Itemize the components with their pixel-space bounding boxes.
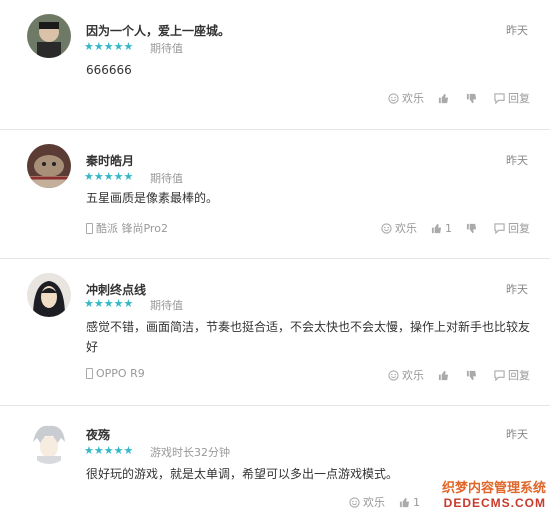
review-time: 昨天 — [506, 154, 528, 167]
fun-button[interactable]: 欢乐 — [349, 494, 385, 510]
review-time: 昨天 — [506, 24, 528, 37]
thumb-up-icon — [431, 223, 442, 233]
like-button[interactable]: 1 — [431, 222, 452, 235]
thumb-down-icon — [466, 93, 477, 103]
reply-button[interactable]: 回复 — [494, 367, 530, 383]
review-text: 五星画质是像素最棒的。 — [86, 191, 219, 205]
rating-stars: ★★★★★ — [84, 444, 134, 457]
rating-tag: 期待值 — [150, 42, 183, 55]
device-info: 酷派 锋尚Pro2 — [86, 220, 168, 236]
rating-tag: 期待值 — [150, 172, 183, 185]
rating-stars: ★★★★★ — [84, 40, 134, 53]
review-time: 昨天 — [506, 428, 528, 441]
dislike-button[interactable] — [466, 370, 480, 381]
thumb-up-icon — [438, 370, 449, 380]
review-actions: 欢乐 1 — [335, 494, 420, 510]
reply-button[interactable]: 回复 — [494, 90, 530, 106]
smile-icon — [349, 496, 360, 508]
phone-icon — [86, 223, 93, 234]
thumb-up-icon — [438, 93, 449, 103]
username[interactable]: 因为一个人，爱上一座城。 — [86, 22, 230, 39]
review-card: 因为一个人，爱上一座城。 昨天 ★★★★★ 期待值 666666 欢乐 回复 — [0, 0, 550, 130]
review-actions: 欢乐 1 回复 — [367, 220, 530, 236]
like-button[interactable]: 1 — [399, 496, 420, 509]
review-actions: 欢乐 回复 — [374, 367, 530, 383]
device-info: OPPO R9 — [86, 367, 145, 380]
reply-icon — [494, 369, 505, 381]
user-avatar[interactable] — [27, 273, 71, 317]
review-text: 666666 — [86, 63, 132, 77]
reply-label: 回复 — [508, 222, 530, 235]
fun-label: 欢乐 — [402, 369, 424, 382]
thumb-down-icon — [466, 370, 477, 380]
fun-button[interactable]: 欢乐 — [388, 367, 424, 383]
review-card: 冲刺终点线 昨天 ★★★★★ 期待值 感觉不错，画面简洁，节奏也挺合适，不会太快… — [0, 259, 550, 406]
fun-label: 欢乐 — [402, 92, 424, 105]
reply-button[interactable]: 回复 — [494, 220, 530, 236]
reply-icon — [494, 222, 505, 234]
rating-stars: ★★★★★ — [84, 170, 134, 183]
device-label: 酷派 锋尚Pro2 — [96, 222, 168, 235]
device-label: OPPO R9 — [96, 367, 145, 380]
smile-icon — [388, 369, 399, 381]
username[interactable]: 秦时皓月 — [86, 152, 134, 169]
watermark: 织梦内容管理系统 DEDECMS.COM — [442, 477, 546, 510]
reply-icon — [494, 92, 505, 104]
username[interactable]: 夜殇 — [86, 426, 110, 443]
like-button[interactable] — [438, 93, 452, 104]
user-avatar[interactable] — [27, 420, 71, 464]
fun-button[interactable]: 欢乐 — [381, 220, 417, 236]
like-count: 1 — [413, 495, 420, 509]
phone-icon — [86, 368, 93, 379]
smile-icon — [388, 92, 399, 104]
smile-icon — [381, 222, 392, 234]
watermark-line1: 织梦内容管理系统 — [441, 481, 546, 496]
username[interactable]: 冲刺终点线 — [86, 281, 146, 298]
dislike-button[interactable] — [466, 93, 480, 104]
review-text: 感觉不错，画面简洁，节奏也挺合适，不会太快也不会太慢，操作上对新手也比较友好 — [86, 320, 531, 354]
rating-stars: ★★★★★ — [84, 297, 134, 310]
rating-tag: 游戏时长32分钟 — [150, 446, 230, 459]
review-actions: 欢乐 回复 — [374, 90, 530, 106]
fun-label: 欢乐 — [395, 222, 417, 235]
watermark-line2: DEDECMS.COM — [443, 496, 546, 510]
fun-button[interactable]: 欢乐 — [388, 90, 424, 106]
rating-tag: 期待值 — [150, 299, 183, 312]
review-card: 秦时皓月 昨天 ★★★★★ 期待值 五星画质是像素最棒的。 酷派 锋尚Pro2 … — [0, 130, 550, 259]
reply-label: 回复 — [508, 369, 530, 382]
fun-label: 欢乐 — [363, 496, 385, 509]
thumb-up-icon — [399, 497, 410, 507]
review-time: 昨天 — [506, 283, 528, 296]
user-avatar[interactable] — [27, 144, 71, 188]
like-button[interactable] — [438, 370, 452, 381]
user-avatar[interactable] — [27, 14, 71, 58]
thumb-down-icon — [466, 223, 477, 233]
like-count: 1 — [445, 221, 452, 235]
reply-label: 回复 — [508, 92, 530, 105]
dislike-button[interactable] — [466, 223, 480, 234]
